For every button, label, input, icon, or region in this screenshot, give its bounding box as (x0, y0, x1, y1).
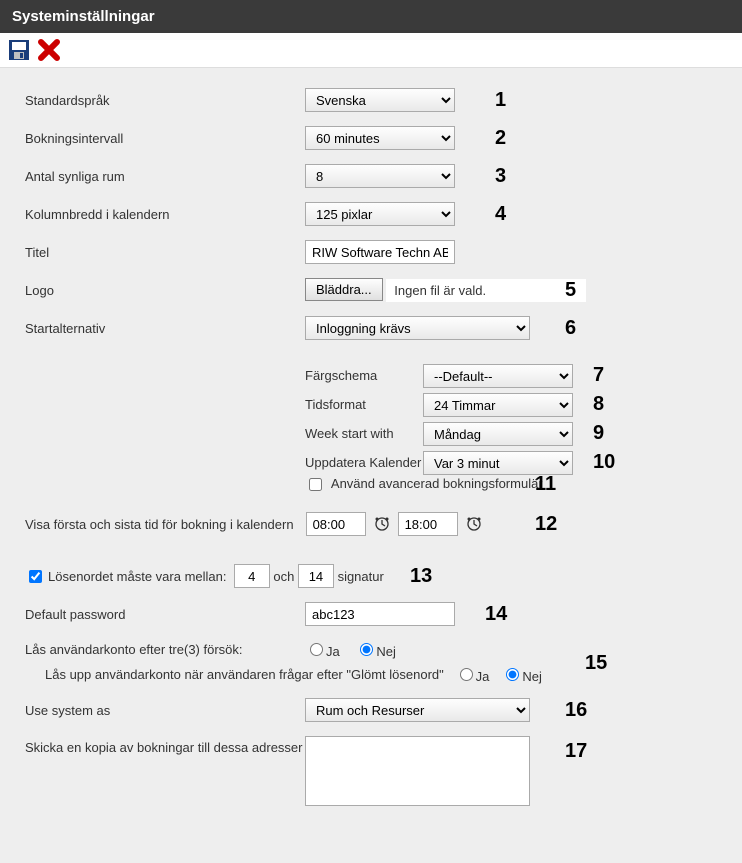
use-system-as-label: Use system as (25, 703, 305, 718)
password-rule-checkbox[interactable] (29, 570, 42, 583)
show-times-label: Visa första och sista tid för bokning i … (25, 517, 294, 532)
annotation-17: 17 (565, 740, 587, 763)
booking-interval-select[interactable]: 60 minutes (305, 126, 455, 150)
title-label: Titel (25, 245, 305, 260)
start-option-select[interactable]: Inloggning krävs (305, 316, 530, 340)
unlock-forgot-label: Lås upp användarkonto när användaren frå… (45, 667, 444, 682)
refresh-calendar-select[interactable]: Var 3 minut (423, 451, 573, 475)
annotation-6: 6 (565, 317, 576, 340)
annotation-8: 8 (593, 393, 604, 416)
default-language-label: Standardspråk (25, 93, 305, 108)
annotation-10: 10 (593, 451, 615, 474)
week-start-label: Week start with (25, 426, 406, 441)
color-scheme-label: Färgschema (25, 368, 389, 383)
start-option-label: Startalternativ (25, 321, 305, 336)
advanced-form-label: Använd avancerad bokningsformulär (331, 476, 543, 491)
form: Standardspråk Svenska 1 Bokningsinterval… (0, 68, 742, 863)
use-system-as-select[interactable]: Rum och Resurser (305, 698, 530, 722)
visible-rooms-select[interactable]: 8 (305, 164, 455, 188)
advanced-form-checkbox[interactable] (309, 478, 322, 491)
save-icon[interactable] (8, 41, 38, 56)
logo-label: Logo (25, 283, 305, 298)
and-label: och (273, 569, 294, 584)
booking-interval-label: Bokningsintervall (25, 131, 305, 146)
annotation-14: 14 (485, 603, 507, 626)
time-format-label: Tidsformat (25, 397, 378, 412)
file-status-text: Ingen fil är vald. (386, 279, 586, 302)
close-icon[interactable] (38, 41, 64, 56)
time-format-select[interactable]: 24 Timmar (423, 393, 573, 417)
browse-button[interactable]: Bläddra... (305, 278, 383, 301)
annotation-11: 11 (535, 473, 556, 496)
password-max-input[interactable] (298, 564, 334, 588)
annotation-4: 4 (495, 203, 506, 226)
annotation-2: 2 (495, 127, 506, 150)
lock-yes-radio[interactable] (310, 643, 323, 656)
annotation-16: 16 (565, 699, 587, 722)
clock-icon[interactable] (466, 516, 482, 533)
color-scheme-select[interactable]: --Default-- (423, 364, 573, 388)
unlock-yes-radio[interactable] (460, 668, 473, 681)
week-start-select[interactable]: Måndag (423, 422, 573, 446)
column-width-label: Kolumnbredd i kalendern (25, 207, 305, 222)
time-end-input[interactable] (398, 512, 458, 536)
copy-bookings-label: Skicka en kopia av bokningar till dessa … (25, 736, 305, 755)
lock-three-label: Lås användarkonto efter tre(3) försök: (25, 642, 305, 657)
annotation-3: 3 (495, 165, 506, 188)
default-password-input[interactable] (305, 602, 455, 626)
clock-icon[interactable] (374, 516, 390, 533)
annotation-9: 9 (593, 422, 604, 445)
password-min-input[interactable] (234, 564, 270, 588)
lock-no-radio[interactable] (360, 643, 373, 656)
visible-rooms-label: Antal synliga rum (25, 169, 305, 184)
signature-label: signatur (338, 569, 384, 584)
annotation-13: 13 (410, 565, 432, 588)
time-start-input[interactable] (306, 512, 366, 536)
annotation-5: 5 (565, 279, 576, 302)
annotation-12: 12 (535, 513, 557, 536)
title-input[interactable] (305, 240, 455, 264)
copy-addresses-textarea[interactable] (305, 736, 530, 806)
column-width-select[interactable]: 125 pixlar (305, 202, 455, 226)
default-language-select[interactable]: Svenska (305, 88, 455, 112)
page-title: Systeminställningar (12, 8, 155, 25)
refresh-calendar-label: Uppdatera Kalender (25, 455, 433, 470)
annotation-1: 1 (495, 89, 506, 112)
default-password-label: Default password (25, 607, 305, 622)
page-header: Systeminställningar (0, 0, 742, 33)
toolbar (0, 33, 742, 68)
unlock-no-radio[interactable] (506, 668, 519, 681)
annotation-7: 7 (593, 364, 604, 387)
password-between-label: Lösenordet måste vara mellan: (48, 569, 226, 584)
